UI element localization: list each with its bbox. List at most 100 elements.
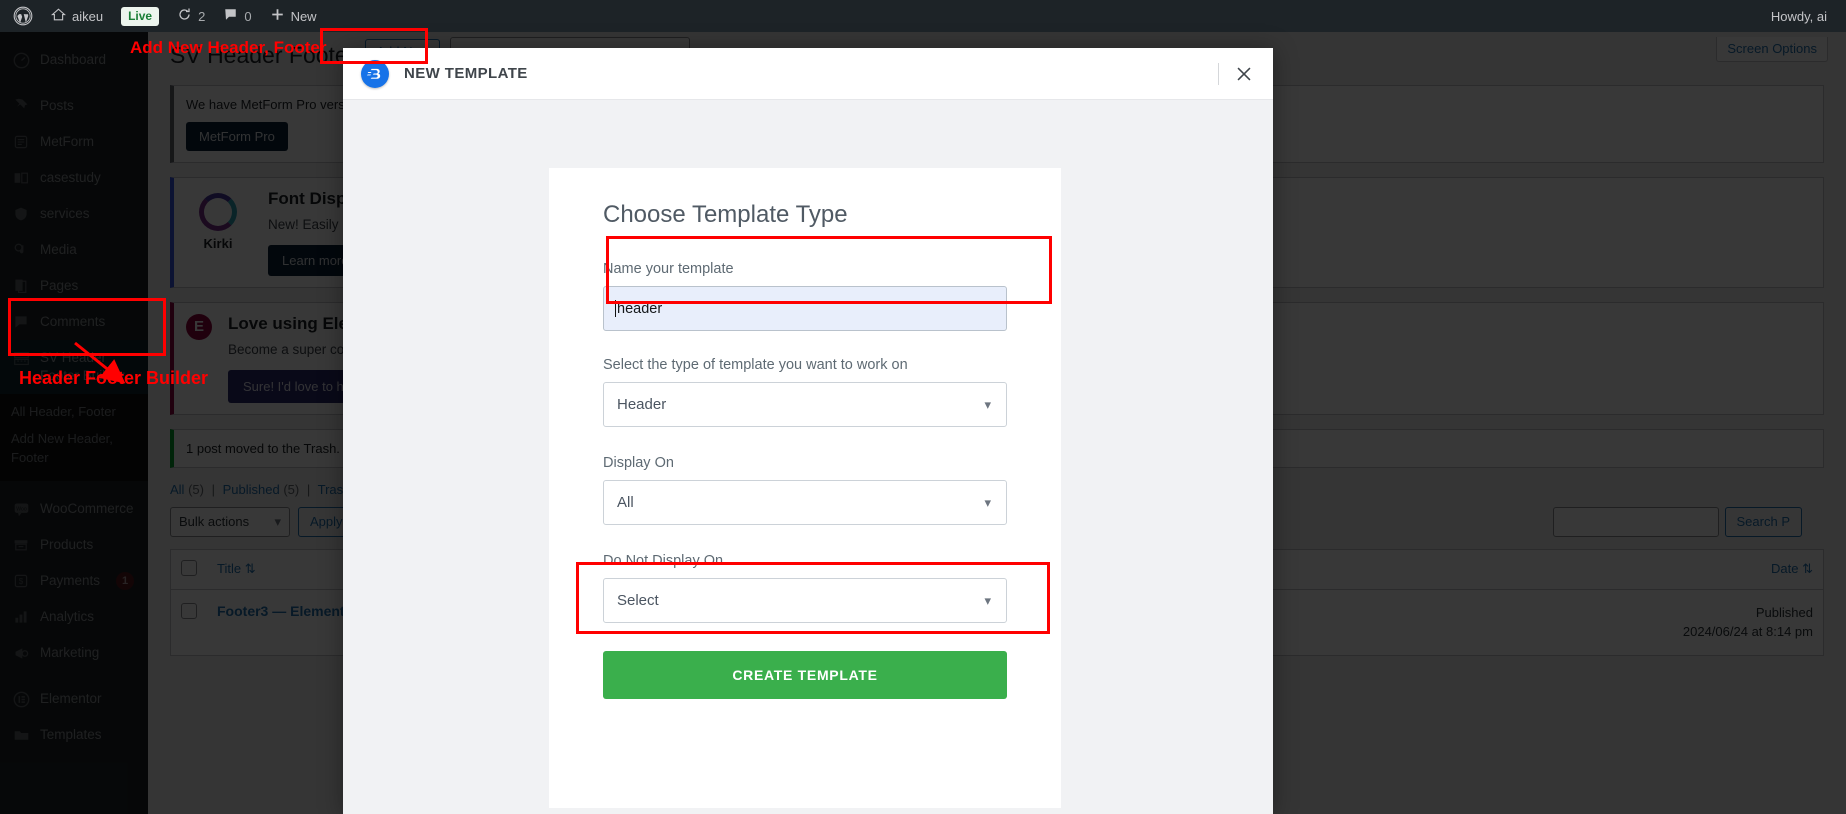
annotation-box-name-input bbox=[606, 236, 1052, 304]
display-on-value: All bbox=[617, 494, 634, 511]
sidebar-item-label: MetForm bbox=[40, 133, 148, 151]
new-label: New bbox=[291, 9, 317, 24]
new-content-menu[interactable]: New bbox=[261, 0, 326, 32]
sidebar-item-label: Products bbox=[40, 536, 148, 554]
pin-icon bbox=[11, 97, 31, 115]
wordpress-logo-icon[interactable] bbox=[4, 0, 42, 32]
sidebar-item-payments[interactable]: $ Payments 1 bbox=[0, 563, 148, 599]
pages-icon bbox=[11, 277, 31, 295]
sidebar-item-all-header-footer[interactable]: All Header, Footer bbox=[11, 398, 148, 425]
sidebar-item-metform[interactable]: MetForm bbox=[0, 124, 148, 160]
admin-sidebar: Dashboard Posts MetForm casestudy servic bbox=[0, 32, 148, 814]
filter-all[interactable]: All (5) bbox=[170, 482, 204, 497]
payments-badge: 1 bbox=[116, 572, 134, 590]
elementor-optin-button[interactable]: Sure! I'd love to h bbox=[228, 370, 359, 403]
create-template-button[interactable]: CREATE TEMPLATE bbox=[603, 651, 1007, 699]
search-input[interactable] bbox=[1553, 507, 1719, 537]
elementor-notice-text: Become a super co bbox=[228, 342, 359, 357]
admin-bar: aikeu Live 2 0 New bbox=[0, 0, 1846, 32]
sidebar-item-label: Media bbox=[40, 241, 148, 259]
chevron-down-icon: ▾ bbox=[984, 397, 991, 413]
filter-sep-2: | bbox=[307, 482, 310, 497]
select-all-checkbox[interactable] bbox=[181, 560, 197, 576]
plus-icon bbox=[270, 7, 285, 25]
sidebar-item-templates[interactable]: Templates bbox=[0, 717, 148, 753]
sidebar-item-posts[interactable]: Posts bbox=[0, 88, 148, 124]
updates-icon bbox=[177, 7, 192, 25]
sidebar-item-label: Posts bbox=[40, 97, 148, 115]
card-heading: Choose Template Type bbox=[603, 201, 1007, 229]
sidebar-item-label: services bbox=[40, 205, 148, 223]
row-checkbox-cell bbox=[171, 589, 208, 655]
bulk-actions-select[interactable]: Bulk actions ▾ bbox=[170, 507, 290, 537]
sidebar-item-dashboard[interactable]: Dashboard bbox=[0, 42, 148, 78]
sidebar-item-label: WooCommerce bbox=[40, 500, 148, 518]
elementor-icon: E bbox=[186, 314, 212, 340]
sidebar-item-add-new-header-footer[interactable]: Add New Header, Footer bbox=[11, 425, 148, 471]
elementor-notice-title: Love using Ele bbox=[228, 314, 359, 334]
site-name-menu[interactable]: aikeu bbox=[42, 0, 112, 32]
modal-title: NEW TEMPLATE bbox=[404, 65, 528, 82]
home-icon bbox=[51, 7, 66, 25]
row-title-link[interactable]: Footer3 — Elementor bbox=[217, 603, 359, 619]
template-type-label: Select the type of template you want to … bbox=[603, 357, 1007, 373]
sidebar-item-media[interactable]: Media bbox=[0, 232, 148, 268]
sidebar-item-woocommerce[interactable]: Woo WooCommerce bbox=[0, 491, 148, 527]
sidebar-item-label: Templates bbox=[40, 726, 148, 744]
comments-count: 0 bbox=[244, 9, 251, 24]
sidebar-item-label: Pages bbox=[40, 277, 148, 295]
modal-header: NEW TEMPLATE bbox=[343, 48, 1273, 100]
search-button[interactable]: Search P bbox=[1725, 507, 1802, 537]
annotation-box-create-button bbox=[576, 562, 1050, 634]
metform-icon bbox=[11, 133, 31, 151]
comments-menu[interactable]: 0 bbox=[214, 0, 260, 32]
account-menu[interactable]: Howdy, ai bbox=[1762, 0, 1836, 32]
dashboard-icon bbox=[11, 51, 31, 69]
sidebar-item-products[interactable]: Products bbox=[0, 527, 148, 563]
svg-text:Woo: Woo bbox=[16, 506, 27, 512]
products-icon bbox=[11, 536, 31, 554]
kirki-logo: Kirki bbox=[186, 189, 250, 251]
chevron-down-icon: ▾ bbox=[274, 514, 281, 530]
row-checkbox[interactable] bbox=[181, 603, 197, 619]
casestudy-icon bbox=[11, 169, 31, 187]
sidebar-item-marketing[interactable]: Marketing bbox=[0, 635, 148, 671]
close-icon[interactable] bbox=[1233, 63, 1255, 85]
sidebar-item-analytics[interactable]: Analytics bbox=[0, 599, 148, 635]
updates-count: 2 bbox=[198, 9, 205, 24]
sidebar-item-services[interactable]: services bbox=[0, 196, 148, 232]
folder-icon bbox=[11, 726, 31, 744]
sidebar-item-label: casestudy bbox=[40, 169, 148, 187]
sidebar-item-casestudy[interactable]: casestudy bbox=[0, 160, 148, 196]
annotation-box-add-new-button bbox=[320, 28, 428, 64]
screen-options-button[interactable]: Screen Options bbox=[1716, 37, 1828, 62]
template-type-select[interactable]: Header ▾ bbox=[603, 382, 1007, 427]
sidebar-item-elementor[interactable]: Elementor bbox=[0, 681, 148, 717]
site-name-label: aikeu bbox=[72, 9, 103, 24]
search-area: Search P bbox=[1553, 507, 1824, 537]
new-template-modal: NEW TEMPLATE Choose Template Type Name y… bbox=[343, 48, 1273, 814]
modal-header-divider bbox=[1218, 63, 1219, 85]
live-badge[interactable]: Live bbox=[112, 0, 168, 32]
kirki-ring-icon bbox=[199, 193, 237, 231]
sidebar-item-label: Marketing bbox=[40, 644, 148, 662]
annotation-add-new-label: Add New Header, Footer bbox=[130, 38, 326, 58]
filter-sep-1: | bbox=[212, 482, 215, 497]
media-icon bbox=[11, 241, 31, 259]
live-badge-label: Live bbox=[121, 7, 159, 26]
annotation-arrow-builder bbox=[70, 338, 140, 388]
modal-body: Choose Template Type Name your template … bbox=[343, 100, 1273, 814]
shield-icon bbox=[11, 205, 31, 223]
metform-pro-button[interactable]: MetForm Pro bbox=[186, 122, 288, 151]
display-on-select[interactable]: All ▾ bbox=[603, 480, 1007, 525]
display-on-label: Display On bbox=[603, 455, 1007, 471]
template-type-value: Header bbox=[617, 396, 666, 413]
chevron-down-icon: ▾ bbox=[984, 495, 991, 511]
kirki-brand-label: Kirki bbox=[186, 236, 250, 251]
select-all-header bbox=[171, 549, 208, 589]
megaphone-icon bbox=[11, 644, 31, 662]
filter-published[interactable]: Published (5) bbox=[223, 482, 300, 497]
sidebar-item-label: Analytics bbox=[40, 608, 148, 626]
updates-menu[interactable]: 2 bbox=[168, 0, 214, 32]
woocommerce-icon: Woo bbox=[11, 500, 31, 518]
